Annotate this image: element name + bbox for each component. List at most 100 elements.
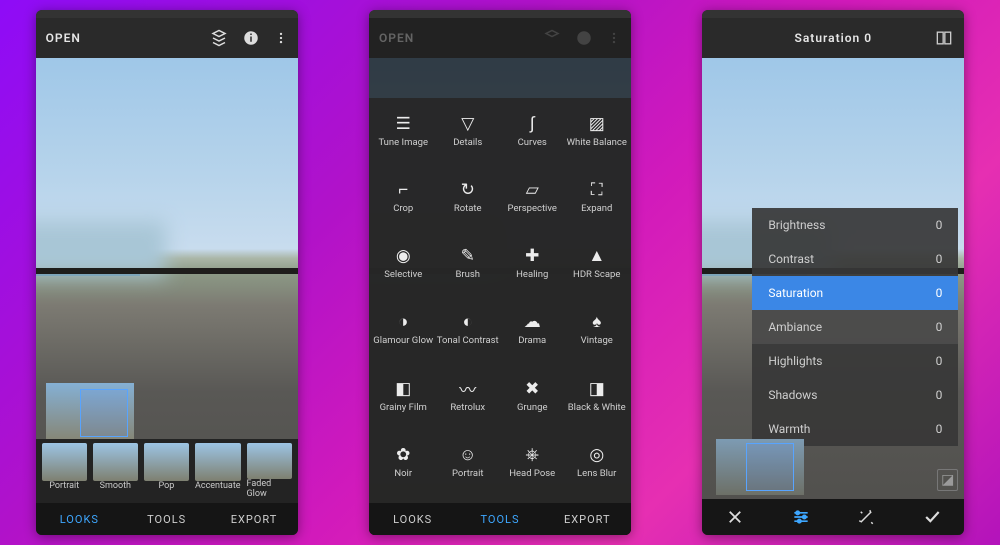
look-label: Smooth [100, 481, 131, 491]
compare-icon[interactable] [934, 28, 954, 48]
more-icon [607, 29, 621, 47]
tool-label: White Balance [567, 138, 627, 148]
adjust-button[interactable] [768, 507, 834, 527]
tool-label: Curves [518, 138, 547, 148]
look-accentuate[interactable]: Accentuate [195, 443, 241, 499]
tool-drama[interactable]: ☁Drama [500, 312, 565, 364]
param-brightness[interactable]: Brightness0 [752, 208, 958, 242]
tool-white-balance[interactable]: ▨ White Balance [564, 114, 629, 166]
tool-black-white[interactable]: ◨Black & White [564, 379, 629, 431]
tools-overlay: ☰Tune Image▽Details ∫ Curves ▨ White Balance… [369, 98, 631, 503]
brush-icon: ✎ [461, 246, 475, 266]
tab-looks[interactable]: LOOKS [36, 503, 123, 535]
tool-tune-image[interactable]: ☰Tune Image [371, 114, 436, 166]
tool-label: Portrait [452, 469, 484, 479]
looks-strip: Portrait Smooth Pop Accentuate Faded Glow [36, 439, 298, 503]
param-highlights[interactable]: Highlights0 [752, 344, 958, 378]
crop-icon: ⌐ [398, 180, 408, 200]
tool-brush[interactable]: ✎Brush [435, 246, 500, 298]
look-label: Pop [159, 481, 175, 491]
look-smooth[interactable]: Smooth [93, 443, 138, 499]
tool-head-pose[interactable]: ⎈Head Pose [500, 445, 565, 497]
selective-icon: ◉ [396, 246, 411, 266]
bottom-tabs: LOOKS TOOLS EXPORT [36, 503, 298, 535]
tool-label: Tonal Contrast [437, 336, 499, 346]
look-portrait[interactable]: Portrait [42, 443, 87, 499]
tool-curves[interactable]: ∫ Curves [500, 114, 565, 166]
image-canvas: Portrait Smooth Pop Accentuate Faded Glow LO… [36, 58, 298, 535]
tool-lens-blur[interactable]: ◎Lens Blur [564, 445, 629, 497]
param-shadows[interactable]: Shadows0 [752, 378, 958, 412]
look-pop[interactable]: Pop [144, 443, 189, 499]
tool-label: Black & White [568, 403, 626, 413]
open-button: OPEN [379, 31, 414, 45]
portrait-icon: ☺ [459, 445, 476, 465]
param-value: 0 [936, 218, 943, 232]
param-value: 0 [936, 252, 943, 266]
tune-title: Saturation 0 [795, 31, 873, 45]
image-canvas[interactable]: Brightness0Contrast0Saturation0Ambiance0… [702, 58, 964, 535]
tab-export[interactable]: EXPORT [210, 503, 297, 535]
perspective-icon: ▱ [526, 180, 539, 200]
tool-perspective[interactable]: ▱ Perspective [500, 180, 565, 232]
apply-button[interactable] [899, 507, 965, 527]
tool-details[interactable]: ▽Details [435, 114, 500, 166]
stack-icon [543, 29, 561, 47]
tool-selective[interactable]: ◉Selective [371, 246, 436, 298]
status-bar [369, 10, 631, 18]
open-button[interactable]: OPEN [46, 31, 81, 45]
tool-hdr-scape[interactable]: ▲HDR Scape [564, 246, 629, 298]
preview-highlight [746, 443, 794, 491]
headpose-icon: ⎈ [525, 445, 539, 465]
info-icon[interactable] [242, 29, 260, 47]
glow-icon: ◑ [398, 312, 408, 332]
tool-label: Noir [394, 469, 412, 479]
param-value: 0 [936, 320, 943, 334]
look-label: Accentuate [195, 481, 241, 491]
tab-looks[interactable]: LOOKS [369, 503, 456, 535]
tab-tools[interactable]: TOOLS [123, 503, 210, 535]
tool-grainy-film[interactable]: ◧Grainy Film [371, 379, 436, 431]
tool-label: HDR Scape [573, 270, 620, 280]
tool-noir[interactable]: ✿Noir [371, 445, 436, 497]
stack-icon[interactable] [210, 29, 228, 47]
healing-icon: ✚ [525, 246, 539, 266]
param-name: Saturation [768, 286, 823, 300]
tool-tonal-contrast[interactable]: ◐ Tonal Contrast [435, 312, 500, 364]
more-icon[interactable] [274, 29, 288, 47]
rotate-icon: ↻ [461, 180, 475, 200]
close-button[interactable] [702, 508, 768, 526]
tool-label: Perspective [508, 204, 557, 214]
tab-export[interactable]: EXPORT [544, 503, 631, 535]
param-ambiance[interactable]: Ambiance0 [752, 310, 958, 344]
param-name: Highlights [768, 354, 822, 368]
tool-portrait[interactable]: ☺ Portrait [435, 445, 500, 497]
look-label: Faded Glow [247, 479, 292, 499]
curves-icon: ∫ [530, 114, 534, 134]
look-thumb-image [247, 443, 292, 479]
look-thumb-image [144, 443, 189, 481]
image-canvas-dimmed: ☰Tune Image▽Details ∫ Curves ▨ White Balance… [369, 58, 631, 535]
tool-rotate[interactable]: ↻Rotate [435, 180, 500, 232]
look-thumb-image [42, 443, 87, 481]
tool-retrolux[interactable]: 〰Retrolux [435, 379, 500, 431]
vintage-icon: ♠ [592, 312, 601, 332]
white-balance-icon: ▨ [589, 114, 605, 134]
auto-wand-button[interactable] [833, 508, 899, 526]
tool-expand[interactable]: ⛶Expand [564, 180, 629, 232]
tool-grunge[interactable]: ✖Grunge [500, 379, 565, 431]
param-contrast[interactable]: Contrast0 [752, 242, 958, 276]
tool-label: Crop [393, 204, 413, 214]
tool-glamour-glow[interactable]: ◑Glamour Glow [371, 312, 436, 364]
tool-healing[interactable]: ✚Healing [500, 246, 565, 298]
drama-icon: ☁ [524, 312, 541, 332]
tonal-icon: ◐ [463, 312, 473, 332]
param-saturation[interactable]: Saturation0 [752, 276, 958, 310]
look-faded-glow[interactable]: Faded Glow [247, 443, 292, 499]
tab-tools[interactable]: TOOLS [456, 503, 543, 535]
tool-crop[interactable]: ⌐ Crop [371, 180, 436, 232]
top-bar: Saturation 0 [702, 18, 964, 58]
tool-vintage[interactable]: ♠Vintage [564, 312, 629, 364]
tool-label: Expand [581, 204, 612, 214]
bookmark-icon[interactable]: ◪ [937, 469, 958, 491]
